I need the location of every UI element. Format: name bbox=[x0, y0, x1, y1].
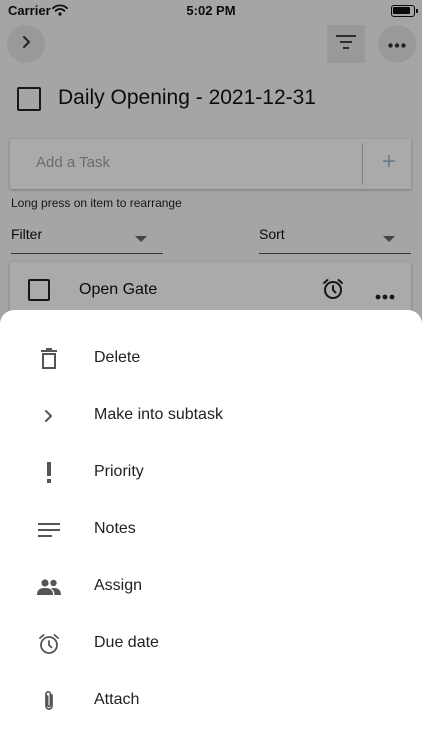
menu-item-label: Priority bbox=[94, 463, 144, 480]
chevron-right-icon bbox=[36, 403, 62, 429]
paperclip-icon bbox=[36, 688, 62, 714]
menu-item-label: Notes bbox=[94, 520, 136, 537]
menu-item-label: Attach bbox=[94, 691, 140, 708]
trash-icon bbox=[36, 346, 62, 372]
menu-item-label: Assign bbox=[94, 577, 143, 594]
menu-item-make-subtask[interactable]: Make into subtask bbox=[0, 387, 422, 444]
menu-item-delete[interactable]: Delete bbox=[0, 330, 422, 387]
people-icon bbox=[36, 574, 62, 600]
notes-icon bbox=[36, 517, 62, 543]
menu-item-label: Due date bbox=[94, 634, 159, 651]
menu-item-attach[interactable]: Attach bbox=[0, 672, 422, 729]
menu-item-assign[interactable]: Assign bbox=[0, 558, 422, 615]
alarm-icon bbox=[36, 631, 62, 657]
menu-item-due-date[interactable]: Due date bbox=[0, 615, 422, 672]
menu-item-label: Make into subtask bbox=[94, 406, 223, 423]
menu-item-priority[interactable]: Priority bbox=[0, 444, 422, 501]
menu-item-notes[interactable]: Notes bbox=[0, 501, 422, 558]
exclamation-icon bbox=[36, 460, 62, 486]
action-sheet: Delete Make into subtask Priority Notes bbox=[0, 310, 422, 750]
menu-item-label: Delete bbox=[94, 349, 141, 366]
